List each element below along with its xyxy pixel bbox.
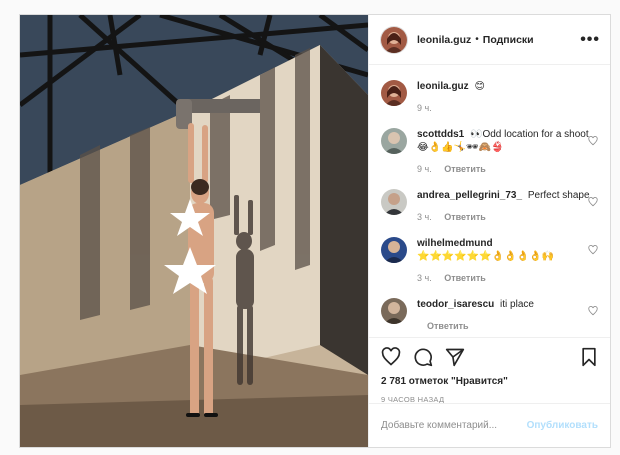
comment-body: iti place [500, 299, 534, 310]
list-item: teodor_isarescu iti place Ответить [381, 298, 598, 333]
avatar[interactable] [381, 26, 407, 53]
post-header: leonila.guz • Подписки ••• [369, 15, 610, 65]
comment-body: ⭐⭐⭐⭐⭐⭐👌👌👌👌🙌 [417, 251, 554, 262]
separator-dot: • [475, 34, 479, 45]
avatar[interactable] [381, 80, 407, 106]
avatar[interactable] [381, 128, 407, 154]
reply-button[interactable]: Ответить [444, 212, 486, 222]
comment-text: andrea_pellegrini_73_ Perfect shape 3 ч.… [417, 189, 593, 224]
publish-button[interactable]: Опубликовать [527, 420, 598, 431]
avatar[interactable] [381, 189, 407, 215]
post-photo[interactable] [20, 15, 368, 447]
comment-username[interactable]: scottdds1 [417, 129, 464, 140]
comment-time[interactable]: 9 ч. [417, 164, 432, 174]
heart-icon[interactable] [588, 197, 598, 207]
post-card: leonila.guz • Подписки ••• leonila.guz 😊… [19, 14, 611, 448]
heart-icon[interactable] [588, 136, 598, 146]
comment-icon[interactable] [413, 347, 433, 367]
more-horizontal-icon[interactable]: ••• [580, 31, 600, 47]
reply-button[interactable]: Ответить [444, 164, 486, 174]
comment-time[interactable]: 3 ч. [417, 212, 432, 222]
photo-illustration [20, 15, 368, 447]
action-icons [381, 338, 598, 376]
caption-time[interactable]: 9 ч. [417, 103, 432, 113]
comment-time[interactable]: 3 ч. [417, 273, 432, 283]
caption-text: leonila.guz 😊 9 ч. [417, 80, 593, 115]
comment-text: scottdds1 👀Odd location for a shoot 😂👌👍🤸… [417, 128, 593, 176]
comment-username[interactable]: teodor_isarescu [417, 299, 494, 310]
like-heart-icon[interactable] [381, 347, 401, 367]
list-item: scottdds1 👀Odd location for a shoot 😂👌👍🤸… [381, 128, 598, 176]
heart-icon[interactable] [588, 306, 598, 316]
comment-meta: 3 ч. Ответить [417, 211, 593, 224]
comments-list[interactable]: leonila.guz 😊 9 ч. scottdds1 👀Odd locati… [369, 66, 610, 337]
caption: leonila.guz 😊 9 ч. [381, 80, 598, 115]
comment-body: Perfect shape [527, 190, 590, 201]
reply-button[interactable]: Ответить [427, 321, 469, 331]
comment-meta: Ответить [417, 320, 593, 333]
add-comment-bar: Опубликовать [369, 403, 610, 447]
caption-meta: 9 ч. [417, 102, 593, 115]
comment-meta: 3 ч. Ответить [417, 272, 593, 285]
list-item: wilhelmedmund ⭐⭐⭐⭐⭐⭐👌👌👌👌🙌 3 ч. Ответить [381, 237, 598, 285]
comment-username[interactable]: wilhelmedmund [417, 238, 493, 249]
following-button[interactable]: Подписки [483, 34, 534, 46]
heart-icon[interactable] [588, 245, 598, 255]
caption-username[interactable]: leonila.guz [417, 81, 469, 92]
comment-text: wilhelmedmund ⭐⭐⭐⭐⭐⭐👌👌👌👌🙌 3 ч. Ответить [417, 237, 593, 285]
caption-body: 😊 [474, 81, 485, 92]
post-actions: 2 781 отметок "Нравится" 9 ЧАСОВ НАЗАД [369, 337, 610, 404]
avatar[interactable] [381, 298, 407, 324]
comment-input[interactable] [381, 420, 527, 431]
header-username[interactable]: leonila.guz [417, 34, 471, 46]
bookmark-icon[interactable] [580, 347, 598, 367]
share-icon[interactable] [445, 347, 465, 367]
comment-username[interactable]: andrea_pellegrini_73_ [417, 190, 522, 201]
comment-meta: 9 ч. Ответить [417, 163, 593, 176]
post-sidebar: leonila.guz • Подписки ••• leonila.guz 😊… [368, 15, 610, 447]
reply-button[interactable]: Ответить [444, 273, 486, 283]
avatar[interactable] [381, 237, 407, 263]
list-item: andrea_pellegrini_73_ Perfect shape 3 ч.… [381, 189, 598, 224]
comment-text: teodor_isarescu iti place Ответить [417, 298, 593, 333]
likes-count[interactable]: 2 781 отметок "Нравится" [381, 376, 598, 387]
